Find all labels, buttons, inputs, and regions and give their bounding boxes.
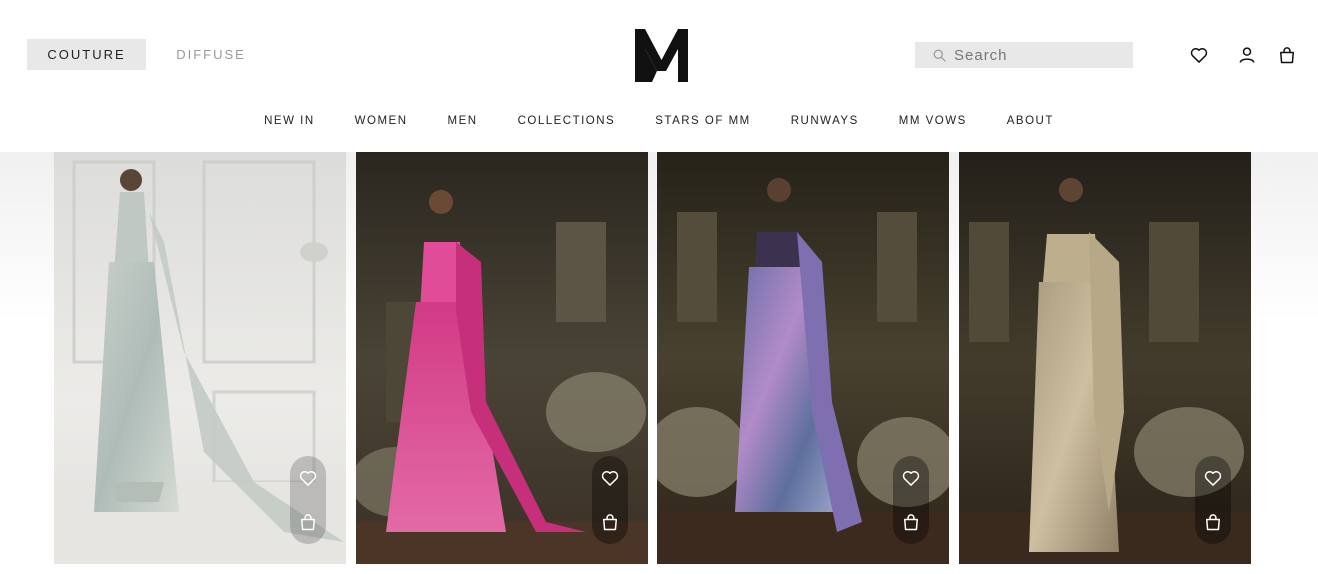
product-card[interactable] [356,152,648,564]
bag-icon [1280,47,1294,64]
main-nav: NEW IN WOMEN MEN COLLECTIONS STARS OF MM… [0,115,1318,127]
nav-stars-of-mm[interactable]: STARS OF MM [635,115,771,127]
add-to-wishlist-button[interactable] [297,467,319,489]
bag-icon [301,514,315,531]
search-bar[interactable] [915,42,1133,68]
cart-button[interactable] [1276,44,1298,66]
heart-icon [1190,47,1208,63]
product-actions [1195,456,1231,544]
product-card[interactable] [959,152,1251,564]
product-card[interactable] [657,152,949,564]
nav-about[interactable]: ABOUT [987,115,1074,127]
add-to-cart-button[interactable] [297,511,319,533]
add-to-wishlist-button[interactable] [1202,467,1224,489]
nav-runways[interactable]: RUNWAYS [771,115,879,127]
tab-couture[interactable]: COUTURE [27,39,146,70]
add-to-cart-button[interactable] [900,511,922,533]
heart-icon [299,470,317,486]
bag-icon [1206,514,1220,531]
bag-icon [603,514,617,531]
brand-logo[interactable] [633,27,690,82]
add-to-wishlist-button[interactable] [900,467,922,489]
user-icon [1239,47,1255,63]
add-to-cart-button[interactable] [1202,511,1224,533]
product-card[interactable] [54,152,346,564]
product-grid [0,152,1318,574]
add-to-cart-button[interactable] [599,511,621,533]
nav-men[interactable]: MEN [428,115,498,127]
account-button[interactable] [1236,44,1258,66]
add-to-wishlist-button[interactable] [599,467,621,489]
tab-diffuse[interactable]: DIFFUSE [146,39,276,70]
brand-switcher: COUTURE DIFFUSE [27,39,276,70]
wishlist-button[interactable] [1188,44,1210,66]
search-icon [933,49,946,62]
product-actions [893,456,929,544]
nav-mm-vows[interactable]: MM VOWS [879,115,987,127]
site-header: COUTURE DIFFUSE NEW IN WOMEN MEN COL [0,0,1318,152]
heart-icon [1204,470,1222,486]
product-actions [592,456,628,544]
product-actions [290,456,326,544]
bag-icon [904,514,918,531]
heart-icon [902,470,920,486]
nav-women[interactable]: WOMEN [335,115,428,127]
nav-new-in[interactable]: NEW IN [244,115,335,127]
heart-icon [601,470,619,486]
nav-collections[interactable]: COLLECTIONS [498,115,636,127]
search-input[interactable] [954,46,1124,64]
